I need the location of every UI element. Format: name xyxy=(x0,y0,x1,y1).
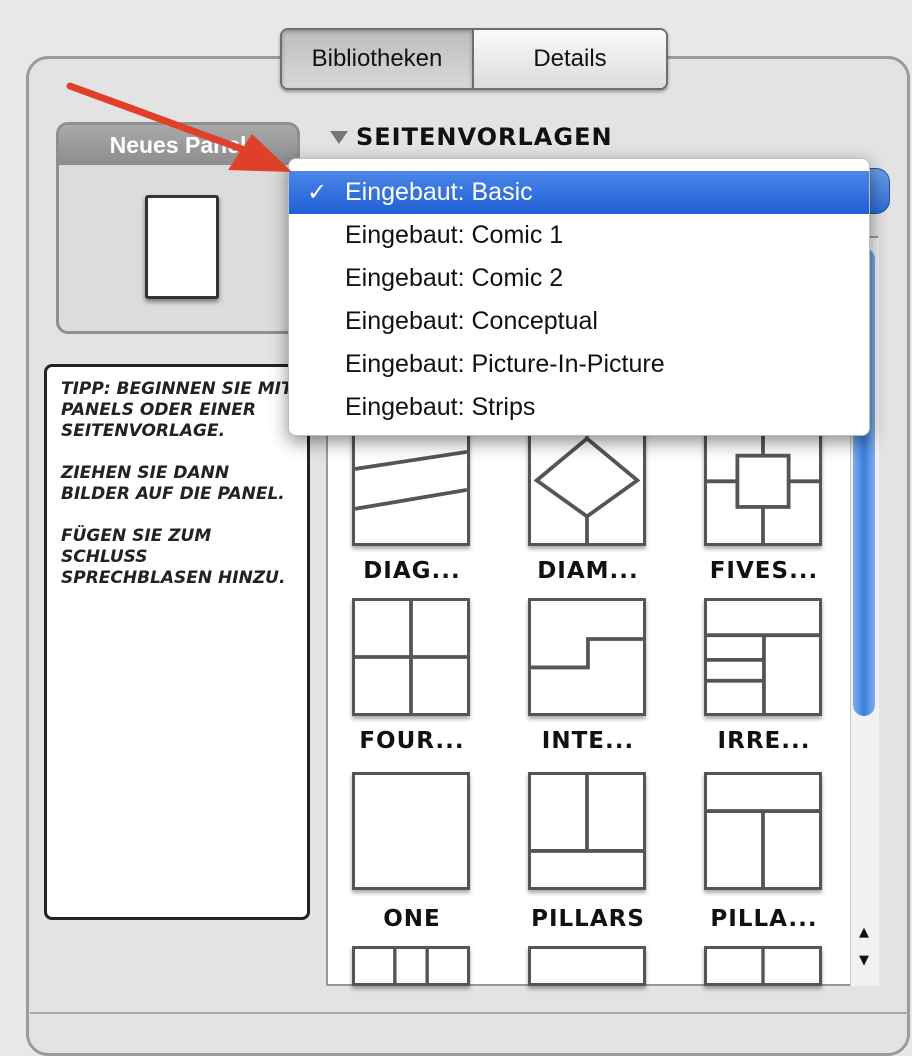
template-label: PILLA... xyxy=(710,906,818,932)
template-thumbnail-partial[interactable] xyxy=(352,946,470,986)
section-title: SEITENVORLAGEN xyxy=(356,123,613,151)
template-thumbnail-fives[interactable] xyxy=(704,428,822,546)
template-label: IRRE... xyxy=(717,728,811,754)
template-thumbnail-pillars-2[interactable] xyxy=(704,772,822,890)
template-label: DIAG... xyxy=(363,558,461,584)
menu-item-label: Eingebaut: Conceptual xyxy=(345,307,598,335)
menu-item-strips[interactable]: Eingebaut: Strips xyxy=(289,386,869,429)
disclosure-triangle-icon[interactable] xyxy=(330,130,348,144)
menu-item-label: Eingebaut: Strips xyxy=(345,393,536,421)
menu-item-label: Eingebaut: Picture-In-Picture xyxy=(345,350,665,378)
template-label: PILLARS xyxy=(531,906,645,932)
scroll-up-icon[interactable]: ▲ xyxy=(852,920,876,944)
menu-item-comic-2[interactable]: Eingebaut: Comic 2 xyxy=(289,257,869,300)
template-thumbnail-partial[interactable] xyxy=(704,946,822,986)
template-thumbnail-diamond[interactable] xyxy=(528,428,646,546)
menu-item-basic[interactable]: ✓ Eingebaut: Basic xyxy=(289,171,869,214)
tip-text: Fügen Sie zum Schluss Sprechblasen hinzu… xyxy=(61,526,286,588)
section-header[interactable]: SEITENVORLAGEN xyxy=(330,120,613,154)
menu-item-comic-1[interactable]: Eingebaut: Comic 1 xyxy=(289,214,869,257)
tab-libraries[interactable]: Bibliotheken xyxy=(282,30,474,88)
template-thumbnail-diagonal[interactable] xyxy=(352,428,470,546)
tips-box: Tipp: Beginnen Sie mit Panels oder einer… xyxy=(44,364,310,920)
template-thumbnail-pillars[interactable] xyxy=(528,772,646,890)
divider xyxy=(30,1012,910,1014)
menu-item-picture-in-picture[interactable]: Eingebaut: Picture-In-Picture xyxy=(289,343,869,386)
menu-item-label: Eingebaut: Comic 1 xyxy=(345,221,564,249)
template-label: FOUR... xyxy=(359,728,465,754)
tip-text: Ziehen Sie dann Bilder auf die Panel. xyxy=(61,463,285,504)
template-label: FIVES... xyxy=(709,558,819,584)
menu-item-conceptual[interactable]: Eingebaut: Conceptual xyxy=(289,300,869,343)
template-thumbnail-interlock[interactable] xyxy=(528,598,646,716)
red-arrow-icon xyxy=(66,82,292,172)
template-label: INTE... xyxy=(541,728,635,754)
template-thumbnail-partial[interactable] xyxy=(528,946,646,986)
template-label: DIAM... xyxy=(537,558,639,584)
template-set-menu: ✓ Eingebaut: Basic Eingebaut: Comic 1 Ei… xyxy=(288,158,870,436)
tip-text: Tipp: Beginnen Sie mit Panels oder einer… xyxy=(61,379,293,441)
menu-item-label: Eingebaut: Comic 2 xyxy=(345,264,564,292)
checkmark-icon: ✓ xyxy=(307,179,328,206)
template-thumbnail-one[interactable] xyxy=(352,772,470,890)
template-thumbnail-irregular[interactable] xyxy=(704,598,822,716)
template-thumbnail-four[interactable] xyxy=(352,598,470,716)
tab-details[interactable]: Details xyxy=(474,30,666,88)
menu-item-label: Eingebaut: Basic xyxy=(345,178,533,206)
template-label: ONE xyxy=(383,906,441,932)
blank-page-icon xyxy=(145,195,219,299)
tab-switcher: Bibliotheken Details xyxy=(280,28,668,90)
scroll-down-icon[interactable]: ▼ xyxy=(852,948,876,972)
